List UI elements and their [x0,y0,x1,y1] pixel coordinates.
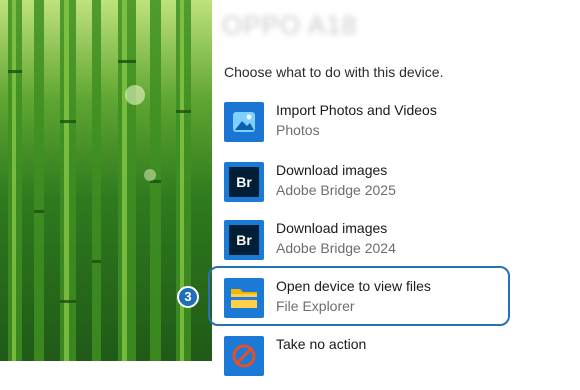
bridge-logo-text: Br [229,167,259,197]
option-bridge-2025[interactable]: Br Download images Adobe Bridge 2025 [212,160,542,216]
no-action-icon [224,336,264,376]
adobe-bridge-icon: Br [224,162,264,202]
option-subtitle: Adobe Bridge 2024 [276,240,396,256]
option-open-device-files[interactable]: Open device to view files File Explorer [212,276,542,332]
step-number-badge: 3 [177,286,199,308]
option-import-photos[interactable]: Import Photos and Videos Photos [212,100,542,156]
file-explorer-icon [224,278,264,318]
option-take-no-action[interactable]: Take no action [212,334,542,390]
option-title: Take no action [276,336,367,352]
option-title: Open device to view files [276,278,431,294]
option-title: Import Photos and Videos [276,102,437,118]
option-title: Download images [276,220,388,236]
device-title: OPPO A18 [222,10,358,40]
autoplay-prompt: Choose what to do with this device. [224,64,444,80]
option-subtitle: Photos [276,122,320,138]
photos-icon [224,102,264,142]
bridge-logo-text: Br [229,225,259,255]
autoplay-panel: OPPO A18 Choose what to do with this dev… [208,0,580,376]
adobe-bridge-icon: Br [224,220,264,260]
option-title: Download images [276,162,388,178]
option-subtitle: File Explorer [276,298,355,314]
bamboo-wallpaper [0,0,212,361]
option-subtitle: Adobe Bridge 2025 [276,182,396,198]
bamboo-image [8,0,191,361]
